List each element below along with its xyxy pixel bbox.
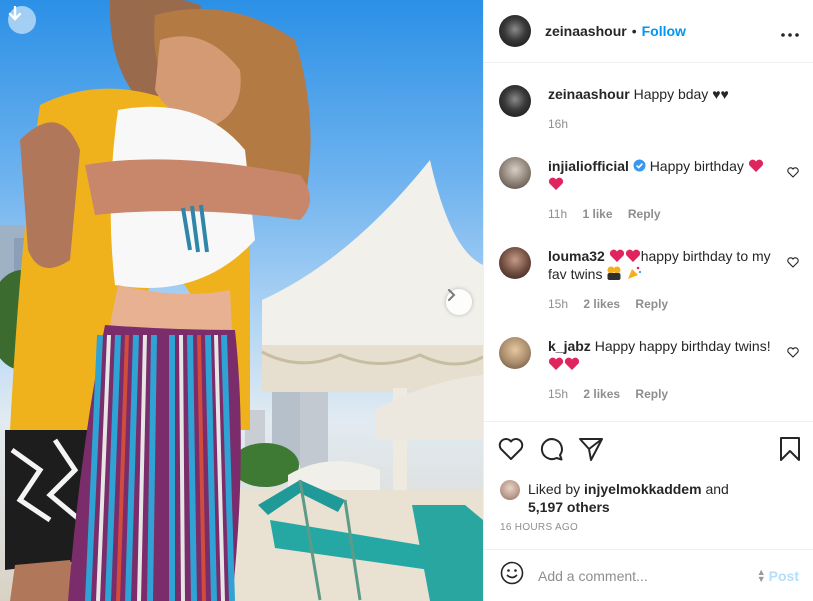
add-comment-bar: Add a comment... ▲ ▼ Post [484,549,813,601]
action-icons-row [484,422,813,462]
caption-time[interactable]: 16h [548,117,568,131]
comments-list[interactable]: zeinaashour Happy bday ♥♥ 16h injialioff… [484,63,813,423]
party-popper-emoji-icon [628,266,642,279]
author-avatar[interactable] [499,15,531,47]
share-paper-plane-icon[interactable] [578,436,604,462]
commenter-avatar[interactable] [499,337,531,369]
post-header: zeinaashour • Follow [484,0,813,63]
scroll-arrows-icon: ▲ ▼ [756,566,766,584]
comment-likes[interactable]: 1 like [582,207,612,221]
red-heart-emoji-icon [625,249,640,262]
post-comment-button[interactable]: ▲ ▼ Post [756,566,799,584]
comment-item: injialiofficial Happy birthday 11h 1 lik… [499,157,799,223]
download-button[interactable] [8,6,36,34]
reply-button[interactable]: Reply [635,297,668,311]
author-username[interactable]: zeinaashour [545,23,627,39]
comment-text: Happy happy birthday twins! [594,338,771,354]
comment-bubble-icon[interactable] [538,436,564,462]
comment-item: k_jabz Happy happy birthday twins! 15h 2… [499,337,799,403]
save-bookmark-icon[interactable] [779,436,801,462]
like-comment-heart-icon[interactable] [787,257,799,268]
liker-username[interactable]: injyelmokkaddem [584,481,702,497]
follow-button[interactable]: Follow [642,23,686,39]
comment-likes[interactable]: 2 likes [583,387,620,401]
emoji-smiley-icon[interactable] [500,561,524,590]
reply-button[interactable]: Reply [628,207,661,221]
caption-avatar[interactable] [499,85,531,117]
post-photo[interactable] [0,0,483,601]
post-timestamp[interactable]: 16 HOURS AGO [484,516,813,533]
like-comment-heart-icon[interactable] [787,347,799,358]
likes-others-count[interactable]: 5,197 others [528,499,610,515]
download-arrow-icon [8,6,22,21]
like-comment-heart-icon[interactable] [787,167,799,178]
red-heart-emoji-icon [564,357,580,370]
reply-button[interactable]: Reply [635,387,668,401]
red-heart-emoji-icon [548,177,564,190]
liker-avatar[interactable] [500,480,520,500]
like-heart-icon[interactable] [498,437,524,461]
comment-username[interactable]: k_jabz [548,338,591,354]
red-heart-emoji-icon [609,249,624,262]
comment-likes[interactable]: 2 likes [583,297,620,311]
verified-badge-icon [633,159,646,172]
header-separator: • [631,23,637,39]
comment-item: louma32 happy birthday to my fav twins 1… [499,247,799,313]
comment-time[interactable]: 11h [548,207,567,221]
commenter-avatar[interactable] [499,157,531,189]
comment-input[interactable]: Add a comment... [538,568,757,584]
comment-username[interactable]: injialiofficial [548,158,629,174]
likes-prefix: Liked by [528,481,581,497]
commenter-avatar[interactable] [499,247,531,279]
caption-username[interactable]: zeinaashour [548,86,630,102]
next-image-button[interactable] [446,289,472,315]
chevron-right-icon [448,289,456,301]
caption-text: Happy bday ♥♥ [633,86,729,102]
photo-illustration [0,0,483,601]
more-options-icon[interactable] [781,22,799,40]
comment-time[interactable]: 15h [548,387,568,401]
post-button-label: Post [768,567,799,584]
comment-username[interactable]: louma32 [548,248,605,264]
red-heart-emoji-icon [748,159,763,172]
likes-conjunction: and [705,481,729,497]
comment-time[interactable]: 15h [548,297,568,311]
red-heart-emoji-icon [548,357,564,370]
post-side-panel: zeinaashour • Follow zeinaashour Happy b… [483,0,813,601]
twins-emoji-icon [607,266,621,280]
likes-summary: Liked by injyelmokkaddem and 5,197 other… [484,462,813,516]
comment-text: Happy birthday [649,158,744,174]
caption-comment: zeinaashour Happy bday ♥♥ 16h [499,85,799,133]
